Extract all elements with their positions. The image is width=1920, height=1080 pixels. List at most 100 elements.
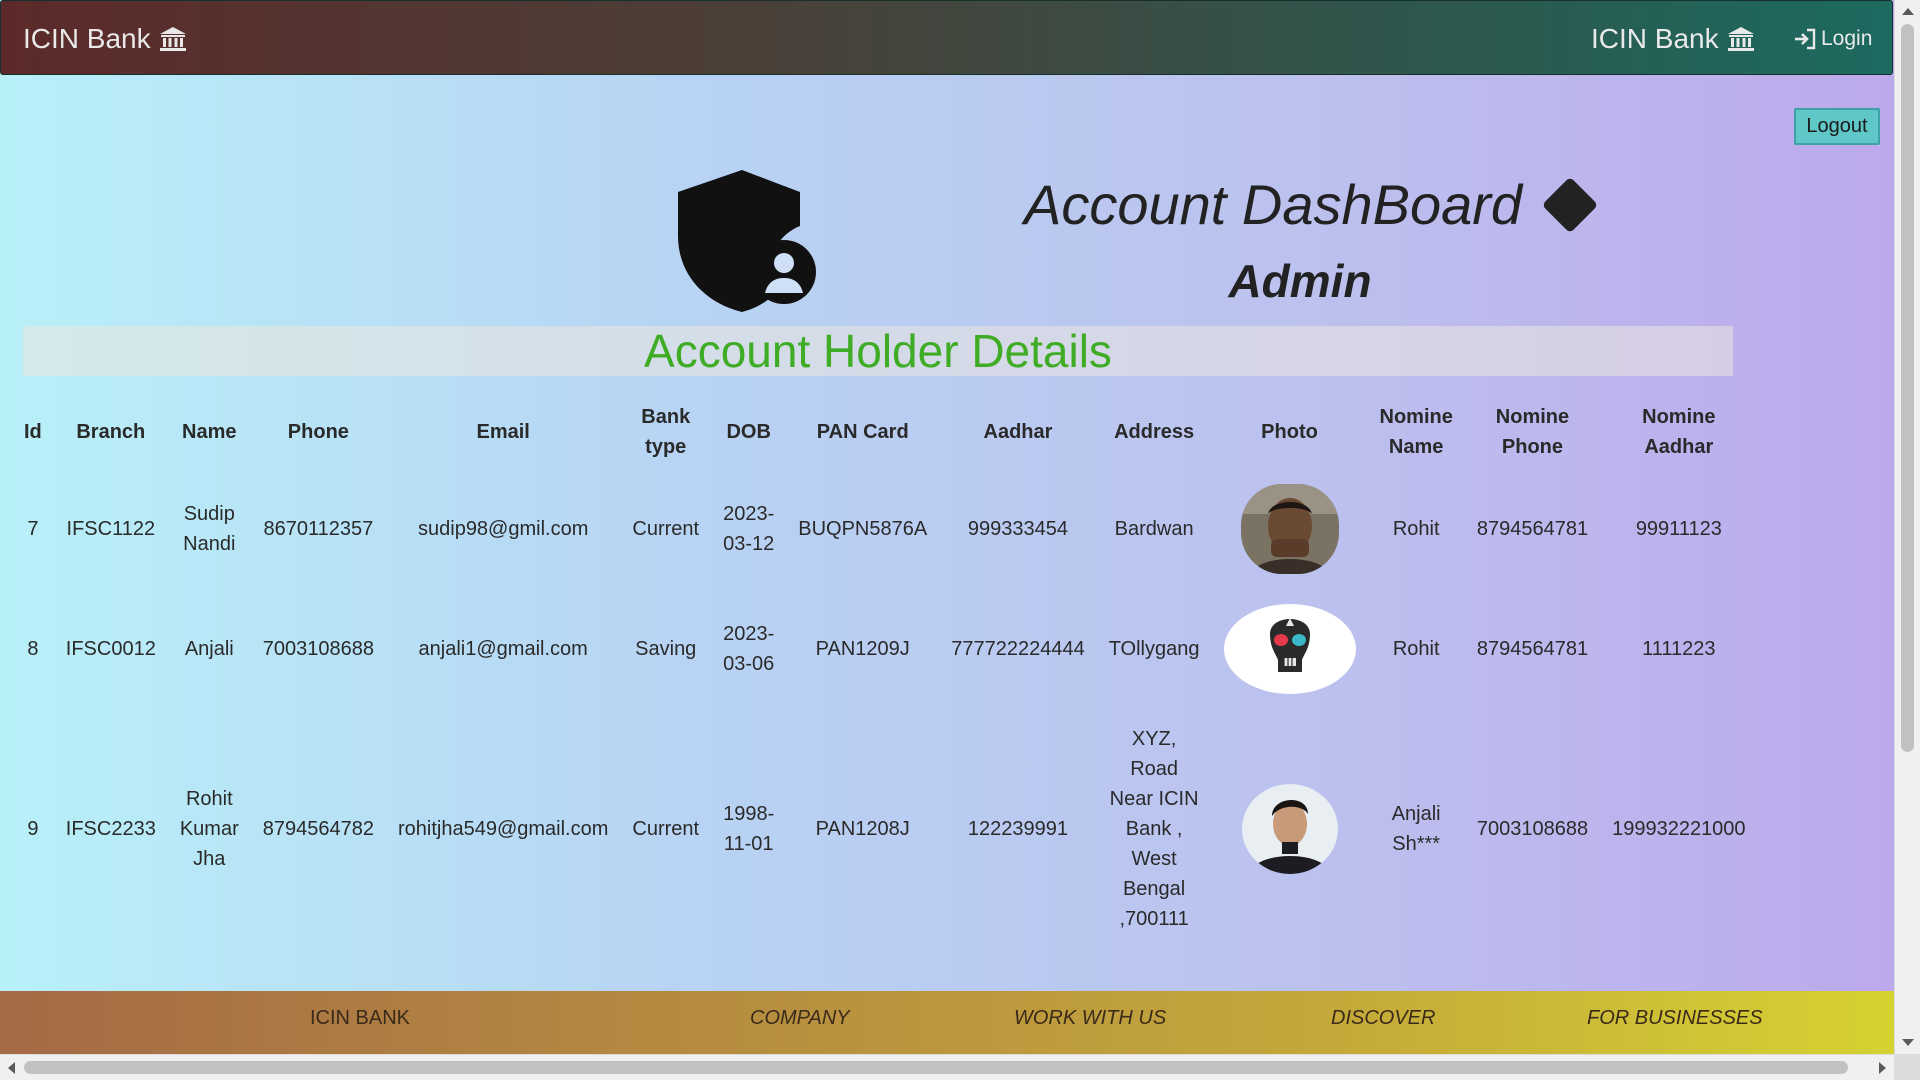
cell-photo (1212, 709, 1368, 949)
brand-left-text[interactable]: ICIN Bank (23, 23, 151, 55)
table-header-row: Id Branch Name Phone Email Bank type DOB… (12, 395, 1758, 469)
brand-right[interactable]: ICIN Bank (1591, 23, 1755, 55)
logout-button[interactable]: Logout (1794, 108, 1880, 145)
avatar (1223, 604, 1356, 694)
cell-pan: PAN1209J (815, 638, 910, 660)
cell-nominee-aadhar: 1111223 (1642, 638, 1716, 660)
cell-nominee-phone: 7003108688 (1476, 818, 1589, 840)
cell-dob: 1998-11-01 (723, 803, 775, 855)
cell-bank-type: Current (632, 818, 700, 840)
col-header-nominee-phone: Nomine Phone (1495, 406, 1570, 458)
cell-bank-type: Saving (635, 638, 697, 660)
cell-email: anjali1@gmail.com (418, 638, 588, 660)
col-header-id: Id (24, 421, 42, 443)
cell-dob: 2023-03-06 (723, 623, 775, 675)
footer-heading-company: COMPANY (750, 1007, 850, 1029)
vertical-scrollbar[interactable] (1894, 0, 1920, 1054)
login-label[interactable]: Login (1821, 27, 1872, 51)
table-row: 8 IFSC0012 Anjali 7003108688 anjali1@gma… (12, 589, 1758, 709)
avatar-image (1241, 784, 1338, 874)
diamond-icon (1541, 176, 1599, 233)
col-header-name: Name (182, 421, 237, 443)
scroll-right-arrow-icon[interactable] (1879, 1062, 1886, 1074)
cell-branch: IFSC0012 (65, 638, 156, 660)
bank-icon (159, 27, 186, 51)
col-header-aadhar: Aadhar (983, 421, 1053, 443)
bank-icon (1727, 27, 1754, 51)
cell-nominee-name: Rohit (1392, 638, 1440, 660)
col-header-nominee-name: Nomine Name (1379, 406, 1453, 458)
scrollbar-corner (1894, 1054, 1920, 1080)
cell-aadhar: 999333454 (967, 518, 1069, 540)
cell-nominee-name: Rohit (1392, 518, 1440, 540)
col-header-pan: PAN Card (816, 421, 909, 443)
scroll-up-arrow-icon[interactable] (1902, 8, 1914, 15)
cell-phone: 7003108688 (262, 638, 374, 660)
scroll-left-arrow-icon[interactable] (8, 1062, 15, 1074)
cell-id: 9 (27, 818, 39, 840)
cell-address: TOllygang (1108, 638, 1200, 660)
cell-pan: BUQPN5876A (798, 518, 928, 540)
section-header-bar: Account Holder Details (23, 326, 1733, 376)
cell-email: rohitjha549@gmail.com (397, 818, 609, 840)
avatar-image (1240, 484, 1339, 574)
dashboard-title: Account DashBoard (1024, 172, 1599, 237)
footer-heading-icin-bank: ICIN BANK (310, 1007, 411, 1029)
col-header-branch: Branch (76, 421, 146, 443)
col-header-email: Email (476, 421, 530, 443)
cell-aadhar: 122239991 (967, 818, 1069, 840)
accounts-table: Id Branch Name Phone Email Bank type DOB… (12, 395, 1758, 949)
cell-name: Rohit Kumar Jha (179, 788, 239, 870)
cell-name: Sudip Nandi (183, 503, 236, 555)
page-viewport: ICIN Bank ICIN Bank Login Logout Account… (0, 0, 1894, 1054)
avatar-image (1223, 604, 1356, 694)
cell-nominee-aadhar: 199932221000 (1612, 818, 1746, 840)
cell-id: 8 (27, 638, 39, 660)
shield-user-icon (678, 170, 816, 312)
cell-phone: 8794564782 (262, 818, 374, 840)
brand-left[interactable]: ICIN Bank (23, 23, 187, 55)
table-row: 7 IFSC1122 Sudip Nandi 8670112357 sudip9… (12, 469, 1758, 589)
footer-heading-discover: DISCOVER (1331, 1007, 1436, 1029)
role-label: Admin (1228, 255, 1372, 307)
cell-branch: IFSC1122 (66, 518, 156, 540)
horizontal-scrollbar[interactable] (0, 1054, 1894, 1080)
horizontal-scroll-thumb[interactable] (24, 1061, 1848, 1074)
footer-heading-for-businesses: FOR BUSINESSES (1587, 1007, 1763, 1029)
footer-heading-work-with-us: WORK WITH US (1014, 1007, 1167, 1029)
cell-nominee-phone: 8794564781 (1476, 518, 1589, 540)
cell-address: Bardwan (1114, 518, 1194, 540)
col-header-bank-type: Bank type (641, 406, 691, 458)
login-link[interactable]: Login (1793, 27, 1872, 51)
brand-right-text[interactable]: ICIN Bank (1591, 23, 1719, 55)
cell-branch: IFSC2233 (65, 818, 156, 840)
col-header-dob: DOB (726, 421, 771, 443)
footer: ICIN BANK COMPANY WORK WITH US DISCOVER … (0, 991, 1894, 1054)
cell-address: XYZ, Road Near ICIN Bank , West Bengal ,… (1109, 728, 1199, 930)
col-header-nominee-aadhar: Nomine Aadhar (1642, 406, 1716, 458)
cell-phone: 8670112357 (263, 518, 374, 540)
cell-name: Anjali (184, 638, 234, 660)
login-arrow-icon (1795, 28, 1816, 50)
cell-dob: 2023-03-12 (723, 503, 775, 555)
col-header-phone: Phone (287, 421, 349, 443)
dashboard-title-text: Account DashBoard (1024, 173, 1523, 236)
section-title: Account Holder Details (644, 325, 1112, 377)
cell-pan: PAN1208J (815, 818, 910, 840)
cell-id: 7 (27, 518, 39, 540)
cell-bank-type: Current (632, 518, 700, 540)
avatar (1241, 784, 1338, 874)
vertical-scroll-thumb[interactable] (1901, 24, 1914, 752)
cell-photo (1212, 469, 1368, 589)
col-header-photo: Photo (1261, 421, 1318, 443)
cell-nominee-name: Anjali Sh*** (1391, 803, 1441, 855)
cell-aadhar: 777722224444 (951, 638, 1085, 660)
col-header-address: Address (1114, 421, 1195, 443)
cell-photo (1212, 589, 1368, 709)
avatar (1240, 484, 1339, 574)
navbar: ICIN Bank ICIN Bank Login (0, 0, 1893, 75)
cell-nominee-phone: 8794564781 (1476, 638, 1589, 660)
cell-nominee-aadhar: 99911123 (1635, 518, 1722, 540)
scroll-down-arrow-icon[interactable] (1902, 1039, 1914, 1046)
table-row: 9 IFSC2233 Rohit Kumar Jha 8794564782 ro… (12, 709, 1758, 949)
